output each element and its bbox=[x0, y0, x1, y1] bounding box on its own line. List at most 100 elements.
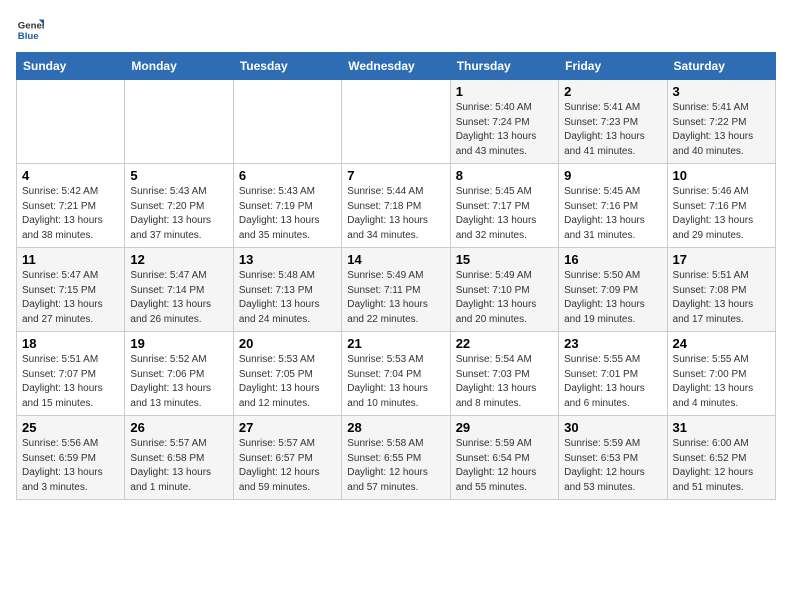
cell-info: Sunrise: 5:45 AM Sunset: 7:16 PM Dayligh… bbox=[564, 185, 661, 243]
day-number: 17 bbox=[673, 252, 770, 267]
calendar-cell: 24Sunrise: 5:55 AM Sunset: 7:00 PM Dayli… bbox=[667, 332, 775, 416]
calendar-cell: 20 Sunrise: 5:53 AM Sunset: 7:05 PM Dayli… bbox=[233, 332, 341, 416]
cell-info: Sunrise: 5:43 AM Sunset: 7:20 PM Dayligh… bbox=[130, 185, 227, 243]
calendar-header-row: SundayMondayTuesdayWednesdayThursdayFrid… bbox=[17, 53, 776, 80]
header: General Blue bbox=[16, 16, 776, 44]
cell-info: Sunrise: 5:58 AM Sunset: 6:55 PM Dayligh… bbox=[347, 437, 444, 495]
day-header-saturday: Saturday bbox=[667, 53, 775, 80]
cell-info: Sunrise: 5:47 AM Sunset: 7:14 PM Dayligh… bbox=[130, 269, 227, 327]
day-number: 15 bbox=[456, 252, 553, 267]
cell-info: Sunrise: 5:53 AM Sunset: 7:04 PM Dayligh… bbox=[347, 353, 444, 411]
day-number: 19 bbox=[130, 336, 227, 351]
cell-info: Sunrise: 5:41 AM Sunset: 7:22 PM Dayligh… bbox=[673, 101, 770, 159]
day-number: 31 bbox=[673, 420, 770, 435]
cell-info: Sunrise: 5:51 AM Sunset: 7:07 PM Dayligh… bbox=[22, 353, 119, 411]
day-number: 6 bbox=[239, 168, 336, 183]
calendar-cell: 10 Sunrise: 5:46 AM Sunset: 7:16 PM Dayli… bbox=[667, 164, 775, 248]
day-header-sunday: Sunday bbox=[17, 53, 125, 80]
cell-info: Sunrise: 5:55 AM Sunset: 7:00 PM Dayligh… bbox=[673, 353, 770, 411]
day-header-friday: Friday bbox=[559, 53, 667, 80]
calendar-cell: 26Sunrise: 5:57 AM Sunset: 6:58 PM Dayli… bbox=[125, 416, 233, 500]
calendar-week-row: 25 Sunrise: 5:56 AM Sunset: 6:59 PM Dayli… bbox=[17, 416, 776, 500]
day-number: 1 bbox=[456, 84, 553, 99]
calendar-cell: 19 Sunrise: 5:52 AM Sunset: 7:06 PM Dayli… bbox=[125, 332, 233, 416]
logo-icon: General Blue bbox=[16, 16, 44, 44]
cell-info: Sunrise: 5:50 AM Sunset: 7:09 PM Dayligh… bbox=[564, 269, 661, 327]
cell-info: Sunrise: 5:52 AM Sunset: 7:06 PM Dayligh… bbox=[130, 353, 227, 411]
svg-text:Blue: Blue bbox=[18, 31, 39, 42]
day-header-tuesday: Tuesday bbox=[233, 53, 341, 80]
day-number: 8 bbox=[456, 168, 553, 183]
calendar-cell bbox=[233, 80, 341, 164]
calendar-body: 1 Sunrise: 5:40 AM Sunset: 7:24 PM Daylig… bbox=[17, 80, 776, 500]
calendar-cell: 28 Sunrise: 5:58 AM Sunset: 6:55 PM Dayli… bbox=[342, 416, 450, 500]
cell-info: Sunrise: 5:40 AM Sunset: 7:24 PM Dayligh… bbox=[456, 101, 553, 159]
cell-info: Sunrise: 5:48 AM Sunset: 7:13 PM Dayligh… bbox=[239, 269, 336, 327]
cell-info: Sunrise: 5:56 AM Sunset: 6:59 PM Dayligh… bbox=[22, 437, 119, 495]
cell-info: Sunrise: 5:43 AM Sunset: 7:19 PM Dayligh… bbox=[239, 185, 336, 243]
calendar-cell: 12 Sunrise: 5:47 AM Sunset: 7:14 PM Dayli… bbox=[125, 248, 233, 332]
calendar-week-row: 4 Sunrise: 5:42 AM Sunset: 7:21 PM Daylig… bbox=[17, 164, 776, 248]
day-number: 28 bbox=[347, 420, 444, 435]
day-number: 5 bbox=[130, 168, 227, 183]
calendar-cell: 18 Sunrise: 5:51 AM Sunset: 7:07 PM Dayli… bbox=[17, 332, 125, 416]
calendar-cell: 21 Sunrise: 5:53 AM Sunset: 7:04 PM Dayli… bbox=[342, 332, 450, 416]
cell-info: Sunrise: 5:49 AM Sunset: 7:10 PM Dayligh… bbox=[456, 269, 553, 327]
cell-info: Sunrise: 5:59 AM Sunset: 6:54 PM Dayligh… bbox=[456, 437, 553, 495]
cell-info: Sunrise: 5:55 AM Sunset: 7:01 PM Dayligh… bbox=[564, 353, 661, 411]
day-number: 18 bbox=[22, 336, 119, 351]
cell-info: Sunrise: 5:42 AM Sunset: 7:21 PM Dayligh… bbox=[22, 185, 119, 243]
cell-info: Sunrise: 5:54 AM Sunset: 7:03 PM Dayligh… bbox=[456, 353, 553, 411]
calendar-cell: 29 Sunrise: 5:59 AM Sunset: 6:54 PM Dayli… bbox=[450, 416, 558, 500]
day-number: 3 bbox=[673, 84, 770, 99]
calendar-cell: 9 Sunrise: 5:45 AM Sunset: 7:16 PM Daylig… bbox=[559, 164, 667, 248]
calendar-cell: 5 Sunrise: 5:43 AM Sunset: 7:20 PM Daylig… bbox=[125, 164, 233, 248]
calendar-cell: 14 Sunrise: 5:49 AM Sunset: 7:11 PM Dayli… bbox=[342, 248, 450, 332]
calendar-table: SundayMondayTuesdayWednesdayThursdayFrid… bbox=[16, 52, 776, 500]
day-number: 10 bbox=[673, 168, 770, 183]
calendar-cell: 7 Sunrise: 5:44 AM Sunset: 7:18 PM Daylig… bbox=[342, 164, 450, 248]
cell-info: Sunrise: 5:53 AM Sunset: 7:05 PM Dayligh… bbox=[239, 353, 336, 411]
day-number: 22 bbox=[456, 336, 553, 351]
calendar-cell: 11 Sunrise: 5:47 AM Sunset: 7:15 PM Dayli… bbox=[17, 248, 125, 332]
day-number: 21 bbox=[347, 336, 444, 351]
day-number: 29 bbox=[456, 420, 553, 435]
calendar-cell: 15 Sunrise: 5:49 AM Sunset: 7:10 PM Dayli… bbox=[450, 248, 558, 332]
calendar-cell: 30 Sunrise: 5:59 AM Sunset: 6:53 PM Dayli… bbox=[559, 416, 667, 500]
day-number: 12 bbox=[130, 252, 227, 267]
calendar-cell: 16Sunrise: 5:50 AM Sunset: 7:09 PM Dayli… bbox=[559, 248, 667, 332]
day-header-wednesday: Wednesday bbox=[342, 53, 450, 80]
cell-info: Sunrise: 5:44 AM Sunset: 7:18 PM Dayligh… bbox=[347, 185, 444, 243]
calendar-cell: 4 Sunrise: 5:42 AM Sunset: 7:21 PM Daylig… bbox=[17, 164, 125, 248]
calendar-cell: 23Sunrise: 5:55 AM Sunset: 7:01 PM Dayli… bbox=[559, 332, 667, 416]
day-number: 25 bbox=[22, 420, 119, 435]
day-number: 2 bbox=[564, 84, 661, 99]
day-number: 30 bbox=[564, 420, 661, 435]
calendar-week-row: 1 Sunrise: 5:40 AM Sunset: 7:24 PM Daylig… bbox=[17, 80, 776, 164]
calendar-cell: 1 Sunrise: 5:40 AM Sunset: 7:24 PM Daylig… bbox=[450, 80, 558, 164]
cell-info: Sunrise: 5:41 AM Sunset: 7:23 PM Dayligh… bbox=[564, 101, 661, 159]
cell-info: Sunrise: 5:46 AM Sunset: 7:16 PM Dayligh… bbox=[673, 185, 770, 243]
cell-info: Sunrise: 5:45 AM Sunset: 7:17 PM Dayligh… bbox=[456, 185, 553, 243]
calendar-cell: 27Sunrise: 5:57 AM Sunset: 6:57 PM Dayli… bbox=[233, 416, 341, 500]
svg-text:General: General bbox=[18, 20, 44, 31]
cell-info: Sunrise: 5:47 AM Sunset: 7:15 PM Dayligh… bbox=[22, 269, 119, 327]
cell-info: Sunrise: 5:57 AM Sunset: 6:57 PM Dayligh… bbox=[239, 437, 336, 495]
day-number: 7 bbox=[347, 168, 444, 183]
day-number: 4 bbox=[22, 168, 119, 183]
day-header-monday: Monday bbox=[125, 53, 233, 80]
calendar-cell: 6 Sunrise: 5:43 AM Sunset: 7:19 PM Daylig… bbox=[233, 164, 341, 248]
day-number: 26 bbox=[130, 420, 227, 435]
cell-info: Sunrise: 5:59 AM Sunset: 6:53 PM Dayligh… bbox=[564, 437, 661, 495]
day-number: 14 bbox=[347, 252, 444, 267]
cell-info: Sunrise: 5:51 AM Sunset: 7:08 PM Dayligh… bbox=[673, 269, 770, 327]
calendar-cell: 22 Sunrise: 5:54 AM Sunset: 7:03 PM Dayli… bbox=[450, 332, 558, 416]
cell-info: Sunrise: 5:49 AM Sunset: 7:11 PM Dayligh… bbox=[347, 269, 444, 327]
calendar-cell: 31Sunrise: 6:00 AM Sunset: 6:52 PM Dayli… bbox=[667, 416, 775, 500]
day-number: 20 bbox=[239, 336, 336, 351]
calendar-cell: 25 Sunrise: 5:56 AM Sunset: 6:59 PM Dayli… bbox=[17, 416, 125, 500]
calendar-cell: 8 Sunrise: 5:45 AM Sunset: 7:17 PM Daylig… bbox=[450, 164, 558, 248]
day-number: 9 bbox=[564, 168, 661, 183]
day-header-thursday: Thursday bbox=[450, 53, 558, 80]
day-number: 11 bbox=[22, 252, 119, 267]
